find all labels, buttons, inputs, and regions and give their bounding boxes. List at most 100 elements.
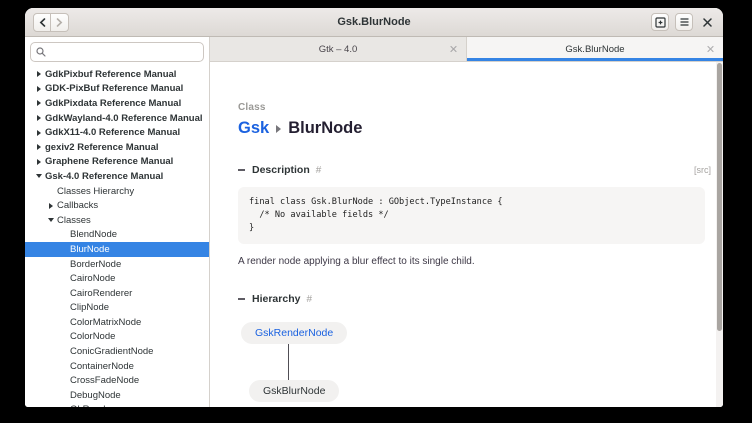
page-title: Gsk BlurNode — [238, 119, 711, 138]
tree-item-label: Classes Hierarchy — [57, 186, 134, 197]
breadcrumb-arrow-icon — [276, 125, 281, 133]
hierarchy-node-gskblurnode: GskBlurNode — [249, 380, 339, 402]
expander-down-icon[interactable] — [33, 174, 45, 178]
tree-item-conicgradientnode[interactable]: ConicGradientNode — [25, 344, 209, 359]
tab-close-icon[interactable] — [450, 46, 457, 53]
class-name: BlurNode — [288, 119, 362, 138]
tree-item-label: BorderNode — [70, 259, 121, 270]
description-text: A render node applying a blur effect to … — [238, 256, 711, 267]
back-button[interactable] — [33, 13, 51, 32]
tree-item-crossfadenode[interactable]: CrossFadeNode — [25, 373, 209, 388]
search-icon — [36, 47, 46, 57]
tree-item-label: GdkX11-4.0 Reference Manual — [45, 127, 180, 138]
tree-item-label: GdkPixbuf Reference Manual — [45, 69, 176, 80]
tree-item-callbacks[interactable]: Callbacks — [25, 198, 209, 213]
tree-item-gexiv2-reference-manual[interactable]: gexiv2 Reference Manual — [25, 140, 209, 155]
history-nav-group — [33, 13, 69, 32]
hierarchy-diagram: GskRenderNode GskBlurNode — [238, 322, 711, 402]
tree-item-label: GdkPixdata Reference Manual — [45, 98, 181, 109]
tree-item-gdkpixbuf-reference-manual[interactable]: GdkPixbuf Reference Manual — [25, 67, 209, 82]
tree-item-label: ColorNode — [70, 331, 115, 342]
expander-right-icon[interactable] — [33, 115, 45, 121]
tree-item-clipnode[interactable]: ClipNode — [25, 301, 209, 316]
expander-right-icon[interactable] — [33, 130, 45, 136]
titlebar: Gsk.BlurNode — [25, 8, 723, 37]
tree-item-label: GDK-PixBuf Reference Manual — [45, 83, 183, 94]
anchor-link[interactable]: # — [306, 294, 312, 305]
tree-item-colornode[interactable]: ColorNode — [25, 330, 209, 345]
new-tab-button[interactable] — [651, 13, 669, 31]
tree-item-gdk-pixbuf-reference-manual[interactable]: GDK-PixBuf Reference Manual — [25, 82, 209, 97]
description-section-header: Description # [src] — [238, 164, 711, 176]
tree-item-label: ConicGradientNode — [70, 346, 153, 357]
expander-right-icon[interactable] — [33, 100, 45, 106]
tab-label: Gsk.BlurNode — [565, 44, 624, 55]
expander-right-icon[interactable] — [33, 159, 45, 165]
expander-right-icon[interactable] — [33, 71, 45, 77]
chevron-left-icon — [39, 18, 46, 27]
window-title: Gsk.BlurNode — [25, 16, 723, 28]
tree-item-caironode[interactable]: CairoNode — [25, 271, 209, 286]
tree-item-label: CairoRenderer — [70, 288, 132, 299]
expander-right-icon[interactable] — [33, 86, 45, 92]
close-icon — [703, 18, 712, 27]
scrollbar-thumb[interactable] — [717, 63, 722, 331]
menu-button[interactable] — [675, 13, 693, 31]
tree-item-label: Graphene Reference Manual — [45, 156, 173, 167]
hierarchy-node-gskrendernode[interactable]: GskRenderNode — [241, 322, 347, 344]
tab-gtk-4.0[interactable]: Gtk – 4.0 — [210, 37, 467, 61]
tree-item-label: ContainerNode — [70, 361, 134, 372]
tree-item-label: ColorMatrixNode — [70, 317, 141, 328]
expander-right-icon[interactable] — [45, 203, 57, 209]
expander-down-icon[interactable] — [45, 218, 57, 222]
tree-item-graphene-reference-manual[interactable]: Graphene Reference Manual — [25, 155, 209, 170]
tree-item-gdkwayland-4-0-reference-manual[interactable]: GdkWayland-4.0 Reference Manual — [25, 111, 209, 126]
chevron-right-icon — [56, 18, 63, 27]
tree-item-label: Classes — [57, 215, 91, 226]
titlebar-actions — [651, 13, 715, 31]
tree-item-label: ClipNode — [70, 302, 109, 313]
tree-item-colormatrixnode[interactable]: ColorMatrixNode — [25, 315, 209, 330]
tree-item-label: GLRenderer — [70, 404, 122, 407]
tree-item-label: Gsk-4.0 Reference Manual — [45, 171, 163, 182]
tab-close-icon[interactable] — [707, 46, 714, 53]
section-title: Description — [252, 164, 310, 176]
hierarchy-section-header: Hierarchy # — [238, 293, 711, 305]
tree-item-label: Callbacks — [57, 200, 98, 211]
tree-item-label: DebugNode — [70, 390, 121, 401]
namespace-link[interactable]: Gsk — [238, 119, 269, 138]
close-window-button[interactable] — [699, 14, 715, 30]
hamburger-menu-icon — [680, 18, 689, 26]
tab-label: Gtk – 4.0 — [319, 44, 358, 55]
tree-item-label: CrossFadeNode — [70, 375, 139, 386]
tree-item-debugnode[interactable]: DebugNode — [25, 388, 209, 403]
tab-gsk-blurnode[interactable]: Gsk.BlurNode — [467, 37, 723, 61]
collapse-icon[interactable] — [238, 166, 246, 174]
tree-item-gdkx11-4-0-reference-manual[interactable]: GdkX11-4.0 Reference Manual — [25, 125, 209, 140]
tree-item-classes[interactable]: Classes — [25, 213, 209, 228]
tree-item-containernode[interactable]: ContainerNode — [25, 359, 209, 374]
tree-item-gdkpixdata-reference-manual[interactable]: GdkPixdata Reference Manual — [25, 96, 209, 111]
scrollbar[interactable] — [716, 62, 723, 407]
search-field[interactable] — [50, 47, 198, 57]
tree-item-blendnode[interactable]: BlendNode — [25, 228, 209, 243]
section-title: Hierarchy — [252, 293, 300, 305]
forward-button[interactable] — [51, 13, 69, 32]
search-input[interactable] — [30, 42, 204, 62]
tree-item-glrenderer[interactable]: GLRenderer — [25, 403, 209, 407]
tree-item-classes-hierarchy[interactable]: Classes Hierarchy — [25, 184, 209, 199]
tree-item-bordernode[interactable]: BorderNode — [25, 257, 209, 272]
kind-label: Class — [238, 102, 711, 113]
tree-item-label: GdkWayland-4.0 Reference Manual — [45, 113, 203, 124]
collapse-icon[interactable] — [238, 295, 246, 303]
tree-item-label: BlendNode — [70, 229, 117, 240]
content-column: Gtk – 4.0 Gsk.BlurNode Class Gsk — [210, 37, 723, 407]
tree-item-label: CairoNode — [70, 273, 115, 284]
devhelp-window: Gsk.BlurNode — [25, 8, 723, 407]
tree-item-cairorenderer[interactable]: CairoRenderer — [25, 286, 209, 301]
expander-right-icon[interactable] — [33, 144, 45, 150]
tree-item-gsk-4-0-reference-manual[interactable]: Gsk-4.0 Reference Manual — [25, 169, 209, 184]
anchor-link[interactable]: # — [316, 165, 322, 176]
src-link[interactable]: [src] — [694, 165, 711, 175]
tree-item-blurnode[interactable]: BlurNode — [25, 242, 209, 257]
